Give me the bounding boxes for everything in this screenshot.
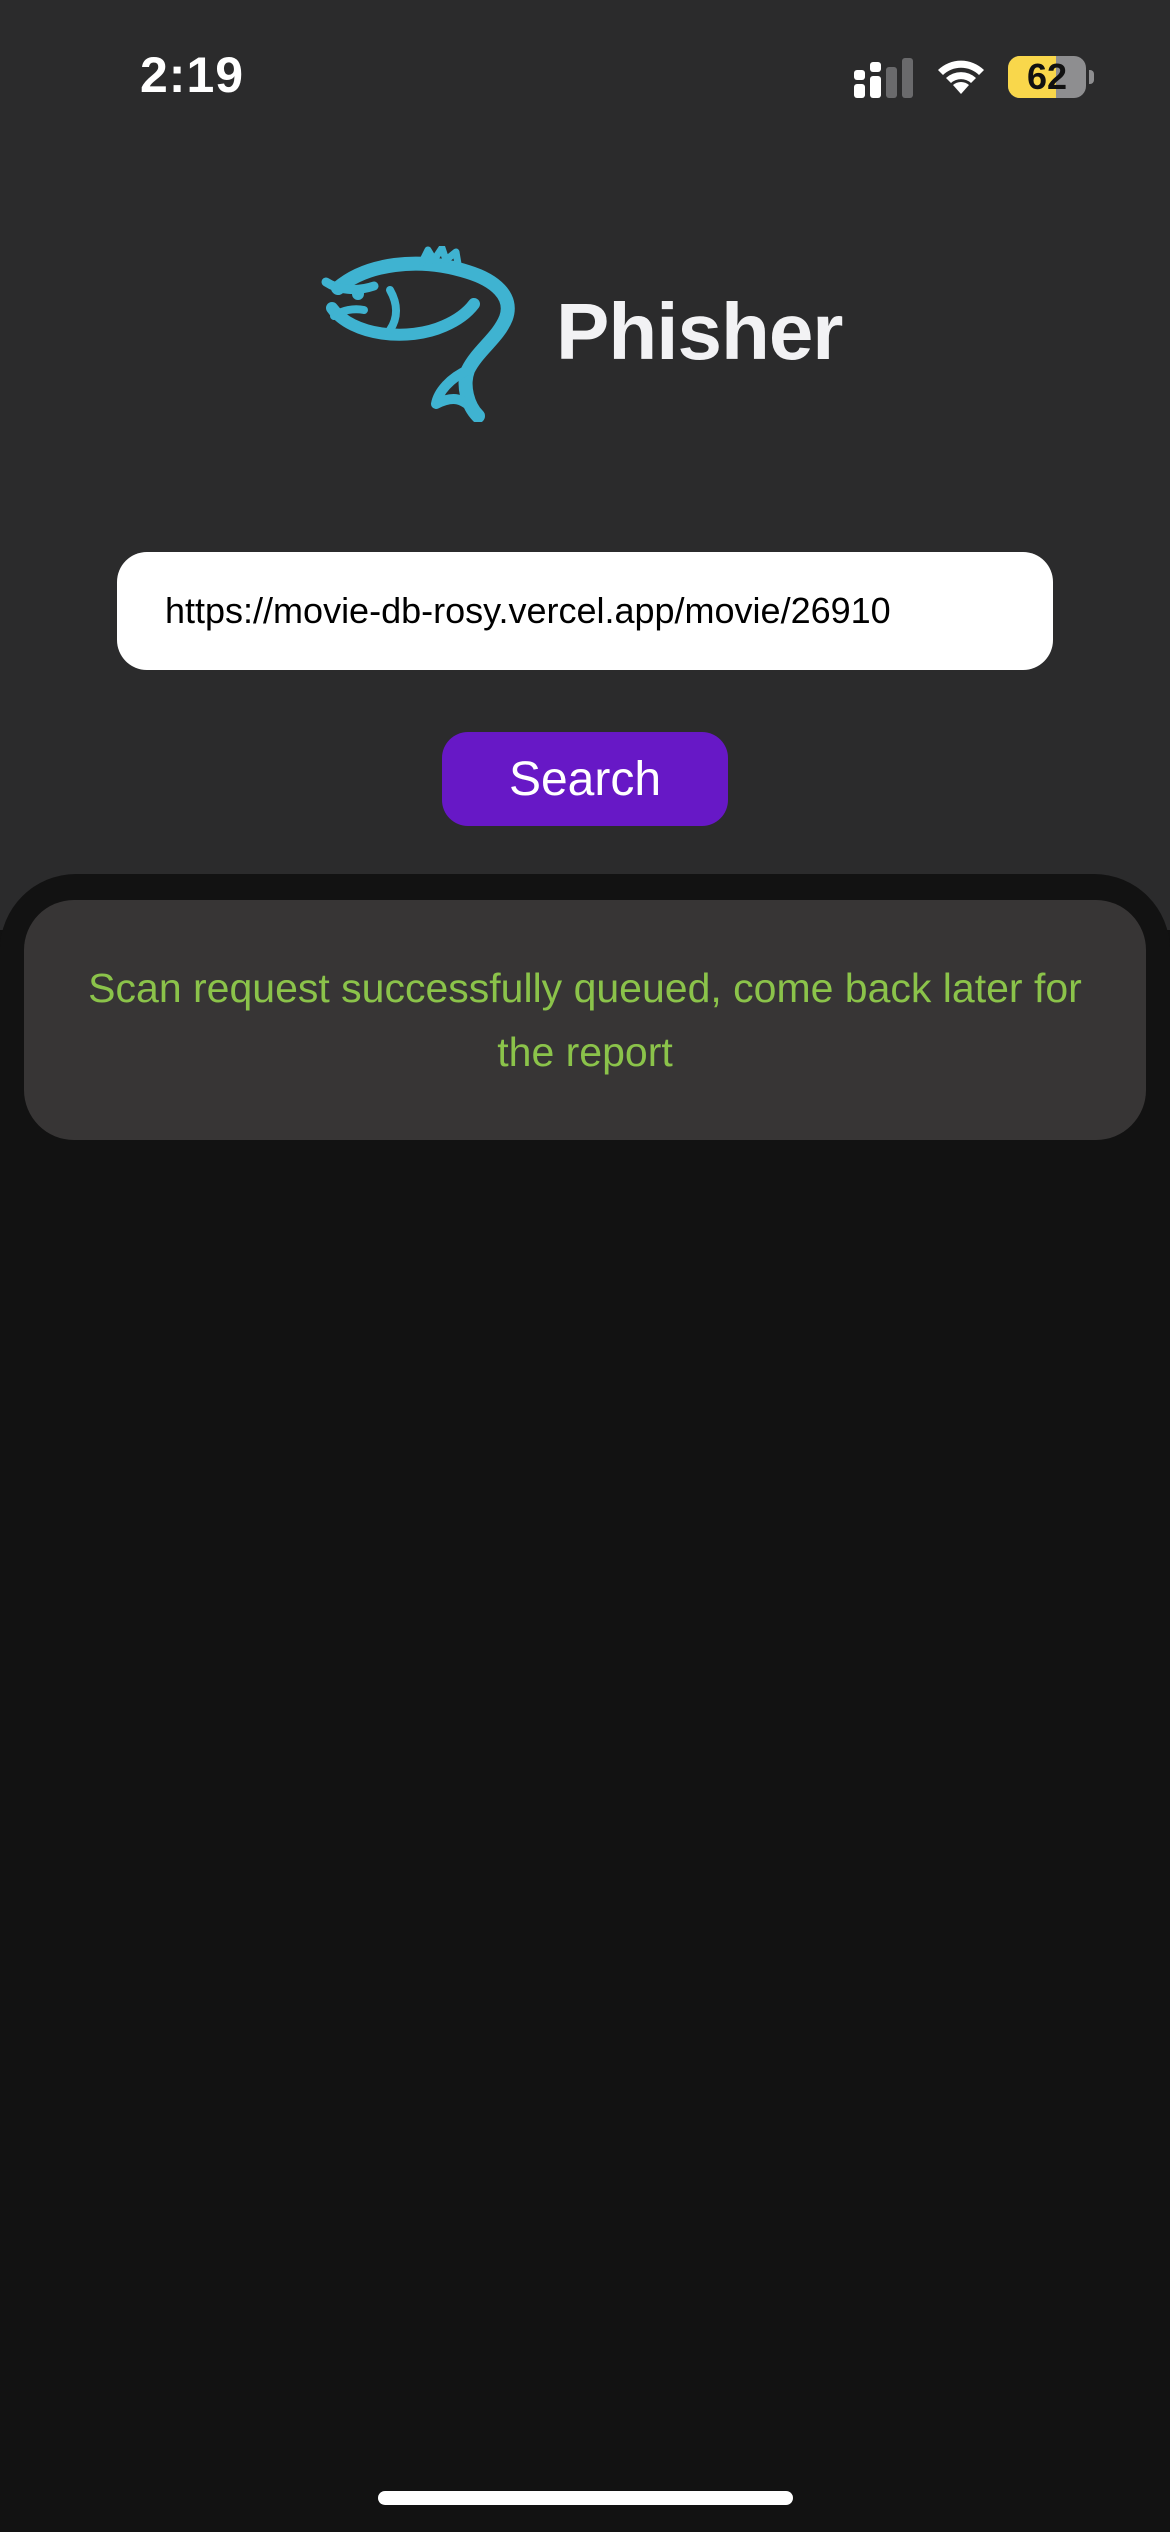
battery-icon: 62 <box>1008 56 1086 98</box>
cellular-signal-icon <box>854 58 913 98</box>
header-area: 2:19 62 Phisher https://movie-db-rosy.ve… <box>0 0 1170 930</box>
fish-icon <box>321 246 515 422</box>
home-indicator[interactable] <box>378 2491 793 2505</box>
battery-nub <box>1089 70 1094 84</box>
wifi-icon <box>938 60 984 94</box>
battery-level: 62 <box>1026 56 1068 97</box>
search-button[interactable]: Search <box>442 732 728 826</box>
status-message: Scan request successfully queued, come b… <box>88 965 1082 1075</box>
url-input[interactable] <box>117 552 1053 670</box>
battery-indicator: 62 <box>1008 56 1094 98</box>
result-sheet: Scan request successfully queued, come b… <box>0 874 1170 2532</box>
app-title: Phisher <box>556 287 843 376</box>
status-message-card: Scan request successfully queued, come b… <box>24 900 1146 1140</box>
status-time: 2:19 <box>140 47 245 103</box>
